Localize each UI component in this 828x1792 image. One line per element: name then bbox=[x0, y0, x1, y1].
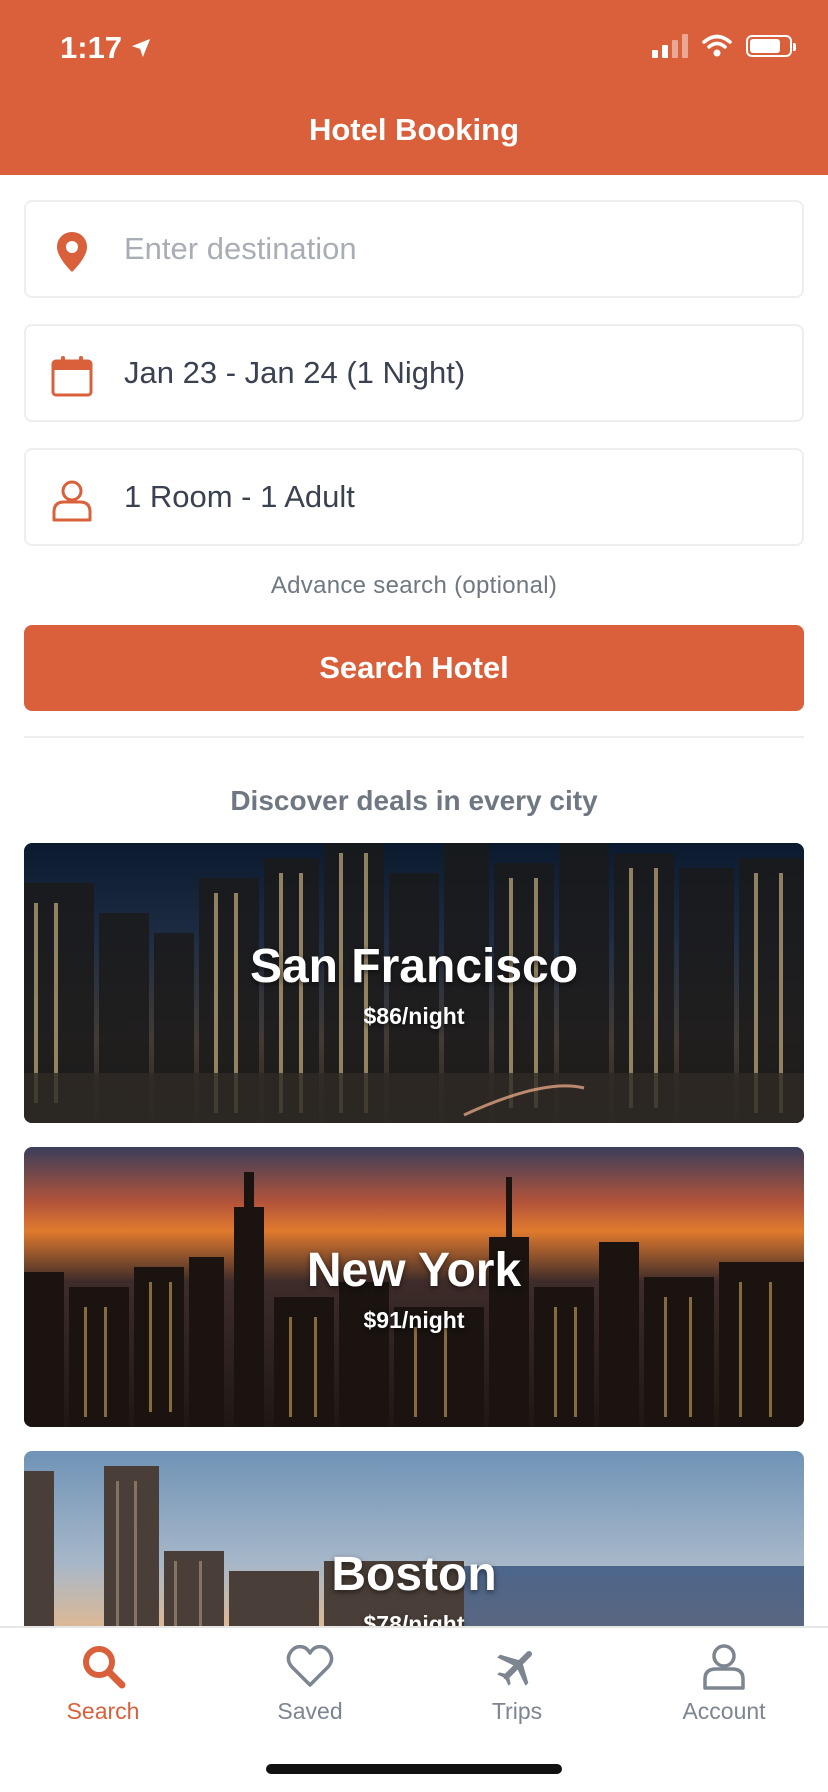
city-name: Boston bbox=[331, 1548, 497, 1601]
clock-text: 1:17 bbox=[60, 30, 123, 65]
tab-label: Search bbox=[66, 1698, 140, 1724]
city-name: San Francisco bbox=[249, 940, 579, 993]
status-time: 1:17 bbox=[60, 30, 152, 66]
status-icons bbox=[652, 34, 796, 58]
battery-icon bbox=[746, 35, 796, 57]
destination-input[interactable] bbox=[124, 222, 764, 276]
city-price: $91/night bbox=[363, 1307, 465, 1333]
heart-icon bbox=[286, 1644, 334, 1687]
calendar-icon bbox=[51, 356, 93, 397]
guests-field[interactable]: 1 Room - 1 Adult bbox=[24, 448, 804, 546]
tab-trips[interactable]: Trips bbox=[437, 1642, 597, 1742]
home-indicator bbox=[266, 1764, 562, 1774]
location-pin-icon bbox=[57, 232, 87, 272]
date-range-field[interactable]: Jan 23 - Jan 24 (1 Night) bbox=[24, 324, 804, 422]
city-name: New York bbox=[306, 1244, 522, 1297]
location-arrow-icon bbox=[131, 38, 151, 58]
divider bbox=[24, 736, 804, 738]
wifi-icon bbox=[702, 34, 732, 57]
tab-label: Saved bbox=[277, 1698, 343, 1724]
tab-account[interactable]: Account bbox=[644, 1642, 804, 1742]
app-header: 1:17 Hotel Booking bbox=[0, 0, 828, 175]
date-range-text: Jan 23 - Jan 24 (1 Night) bbox=[124, 355, 466, 390]
user-icon bbox=[52, 480, 92, 522]
advance-search-link[interactable]: Advance search (optional) bbox=[0, 572, 828, 600]
city-card-new-york[interactable]: New York $91/night bbox=[24, 1147, 804, 1427]
city-price: $86/night bbox=[363, 1003, 465, 1029]
search-icon bbox=[83, 1646, 126, 1689]
guests-text: 1 Room - 1 Adult bbox=[124, 479, 355, 514]
search-hotel-button[interactable]: Search Hotel bbox=[24, 625, 804, 711]
cellular-signal-icon bbox=[652, 34, 688, 58]
tab-search[interactable]: Search bbox=[23, 1642, 183, 1742]
city-card-san-francisco[interactable]: San Francisco $86/night bbox=[24, 843, 804, 1123]
destination-field[interactable] bbox=[24, 200, 804, 298]
airplane-icon bbox=[497, 1650, 533, 1686]
tab-label: Account bbox=[682, 1698, 766, 1724]
page-title: Hotel Booking bbox=[308, 112, 520, 147]
tab-label: Trips bbox=[491, 1698, 543, 1724]
user-icon bbox=[703, 1644, 745, 1690]
discover-heading: Discover deals in every city bbox=[230, 785, 598, 816]
tab-saved[interactable]: Saved bbox=[230, 1642, 390, 1742]
